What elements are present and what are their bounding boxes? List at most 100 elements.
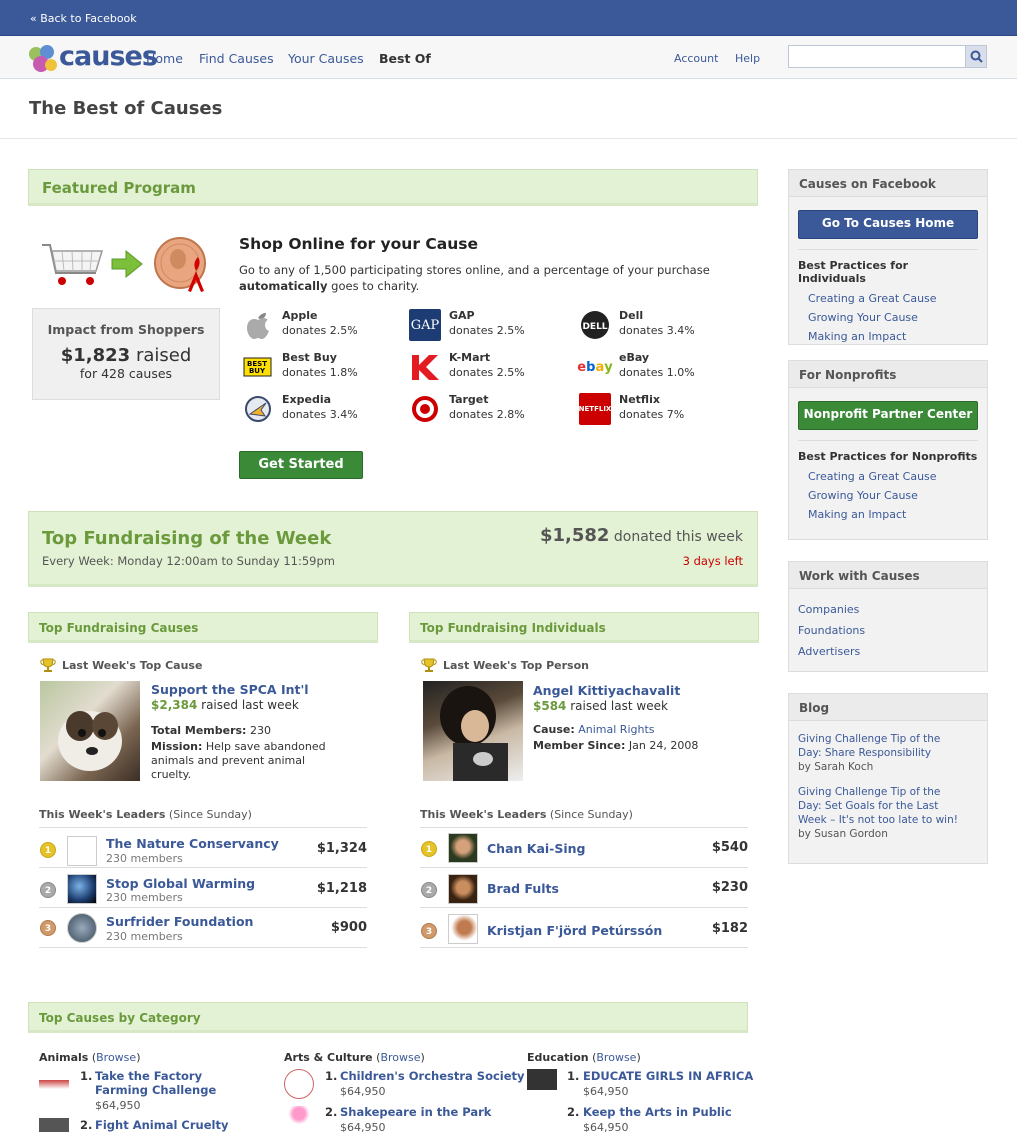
category-cause-link[interactable]: Keep the Arts in Public xyxy=(583,1105,732,1119)
category-cause-link[interactable]: Shakepeare in the Park xyxy=(340,1105,491,1119)
cause-link[interactable]: Animal Rights xyxy=(578,723,654,736)
store-target[interactable]: Target donates 2.8% xyxy=(409,393,559,427)
category-cause-link[interactable]: EDUCATE GIRLS IN AFRICA xyxy=(583,1069,753,1083)
shop-desc-1: Go to any of 1,500 participating stores … xyxy=(239,263,710,277)
sidebar-work-with-causes: Work with Causes Companies Foundations A… xyxy=(788,561,988,672)
category-cause-link[interactable]: Take the Factory Farming Challenge xyxy=(95,1069,255,1097)
store-apple[interactable]: Apple donates 2.5% xyxy=(242,309,392,343)
get-started-button[interactable]: Get Started xyxy=(239,451,363,479)
store-name: Apple xyxy=(282,309,318,322)
sidebar-link[interactable]: Making an Impact xyxy=(808,505,978,524)
store-bestbuy[interactable]: BEST BUY Best Buy donates 1.8% xyxy=(242,351,392,385)
store-name: Best Buy xyxy=(282,351,337,364)
search-button[interactable] xyxy=(965,45,987,68)
store-gap[interactable]: GAP GAP donates 2.5% xyxy=(409,309,559,343)
sidebar-heading: Causes on Facebook xyxy=(789,170,987,197)
cause-leader-row[interactable]: 1 The Nature Conservancy 230 members $1,… xyxy=(39,828,367,868)
store-name: Netflix xyxy=(619,393,660,406)
browse-link[interactable]: Browse xyxy=(380,1051,420,1064)
browse-link[interactable]: Browse xyxy=(96,1051,136,1064)
top-cause-link[interactable]: Support the SPCA Int'l xyxy=(151,682,309,697)
category-cause-link[interactable]: Fight Animal Cruelty xyxy=(95,1118,228,1132)
store-name: K-Mart xyxy=(449,351,491,364)
back-to-facebook-link[interactable]: « Back to Facebook xyxy=(30,12,137,25)
leader-name[interactable]: The Nature Conservancy xyxy=(106,836,279,851)
sidebar-link[interactable]: Creating a Great Cause xyxy=(808,289,978,308)
nav-best-of[interactable]: Best Of xyxy=(379,51,431,66)
mission-label: Mission: xyxy=(151,740,203,753)
store-dell[interactable]: DELL Dell donates 3.4% xyxy=(579,309,729,343)
rank-number: 1. xyxy=(325,1069,338,1083)
sidebar-link[interactable]: Foundations xyxy=(798,620,978,641)
leader-name[interactable]: Chan Kai-Sing xyxy=(487,841,586,856)
store-donates: donates 2.5% xyxy=(449,366,525,379)
sidebar-link[interactable]: Making an Impact xyxy=(808,327,978,346)
category-cause-amount: $64,950 xyxy=(583,1121,629,1132)
nav-home[interactable]: Home xyxy=(146,51,183,66)
store-netflix[interactable]: NETFLIX Netflix donates 7% xyxy=(579,393,729,427)
store-expedia[interactable]: Expedia donates 3.4% xyxy=(242,393,392,427)
main-nav: causes Home Find Causes Your Causes Best… xyxy=(0,36,1017,79)
top-person-raised-text: raised last week xyxy=(570,699,668,713)
cause-leader-row[interactable]: 2 Stop Global Warming 230 members $1,218 xyxy=(39,868,367,908)
expedia-logo-icon xyxy=(242,393,274,425)
browse-link[interactable]: Browse xyxy=(596,1051,636,1064)
nav-account[interactable]: Account xyxy=(674,52,718,65)
causes-logo[interactable]: causes xyxy=(27,41,158,73)
person-leader-row[interactable]: 2 Brad Fults $230 xyxy=(420,868,748,908)
individuals-leaders-label: This Week's Leaders (Since Sunday) xyxy=(420,808,633,821)
go-to-causes-home-button[interactable]: Go To Causes Home xyxy=(798,210,978,239)
category-cause-amount: $64,950 xyxy=(95,1099,141,1112)
store-ebay[interactable]: ebay eBay donates 1.0% xyxy=(577,351,729,385)
sidebar-link[interactable]: Creating a Great Cause xyxy=(808,467,978,486)
silver-medal-icon: 2 xyxy=(40,882,56,898)
nonprofit-partner-center-button[interactable]: Nonprofit Partner Center xyxy=(798,401,978,430)
person-photo[interactable] xyxy=(423,681,523,781)
store-kmart[interactable]: K-Mart donates 2.5% xyxy=(409,351,559,385)
leader-name[interactable]: Brad Fults xyxy=(487,881,559,896)
leader-name[interactable]: Stop Global Warming xyxy=(106,876,255,891)
kmart-logo-icon xyxy=(409,351,441,383)
person-leader-row[interactable]: 3 Kristjan F'jörd Petúrssón $182 xyxy=(420,908,748,948)
top-bar: « Back to Facebook xyxy=(0,0,1017,36)
sidebar-link[interactable]: Advertisers xyxy=(798,641,978,662)
week-title: Top Fundraising of the Week xyxy=(42,528,332,549)
dell-logo-icon: DELL xyxy=(579,309,611,341)
sidebar-subtitle: Best Practices for Nonprofits xyxy=(798,440,978,463)
leaders-since: (Since Sunday) xyxy=(549,808,633,821)
nav-your-causes[interactable]: Your Causes xyxy=(288,51,364,66)
person-leader-row[interactable]: 1 Chan Kai-Sing $540 xyxy=(420,828,748,868)
top-person-link[interactable]: Angel Kittiyachavalit xyxy=(533,683,680,698)
rank-number: 2. xyxy=(80,1118,93,1132)
cause-label: Cause: xyxy=(533,723,575,736)
leader-name[interactable]: Surfrider Foundation xyxy=(106,914,253,929)
blog-post-link[interactable]: Giving Challenge Tip of the Day: Set Goa… xyxy=(798,785,963,827)
bestbuy-logo-icon: BEST BUY xyxy=(242,351,274,383)
nav-help[interactable]: Help xyxy=(735,52,760,65)
top-cause-members: Total Members: 230 xyxy=(151,724,271,738)
leader-members: 230 members xyxy=(106,852,183,865)
categories-heading: Top Causes by Category xyxy=(39,1011,201,1025)
cause-leader-row[interactable]: 3 Surfrider Foundation 230 members $900 xyxy=(39,908,367,948)
blog-post-link[interactable]: Giving Challenge Tip of the Day: Share R… xyxy=(798,732,948,760)
store-name: Target xyxy=(449,393,489,406)
sidebar-heading: For Nonprofits xyxy=(789,361,987,388)
category-cause-link[interactable]: Children's Orchestra Society xyxy=(340,1069,525,1083)
week-amount: $1,582 xyxy=(539,525,610,546)
sidebar-link[interactable]: Growing Your Cause xyxy=(808,486,978,505)
top-person-amount: $584 xyxy=(533,699,567,713)
store-donates: donates 2.8% xyxy=(449,408,525,421)
leader-name[interactable]: Kristjan F'jörd Petúrssón xyxy=(487,923,662,938)
store-donates: donates 2.5% xyxy=(449,324,525,337)
spca-photo[interactable] xyxy=(40,681,140,781)
sidebar-link[interactable]: Companies xyxy=(798,599,978,620)
sidebar-link[interactable]: Growing Your Cause xyxy=(808,308,978,327)
top-cause-raised-text: raised last week xyxy=(201,698,299,712)
nav-find-causes[interactable]: Find Causes xyxy=(199,51,274,66)
search-icon xyxy=(970,50,983,63)
category-thumb xyxy=(527,1106,557,1132)
sidebar-heading: Blog xyxy=(789,694,987,721)
store-name: eBay xyxy=(619,351,650,364)
search-input[interactable] xyxy=(788,45,966,68)
last-week-person-label: Last Week's Top Person xyxy=(443,659,589,672)
